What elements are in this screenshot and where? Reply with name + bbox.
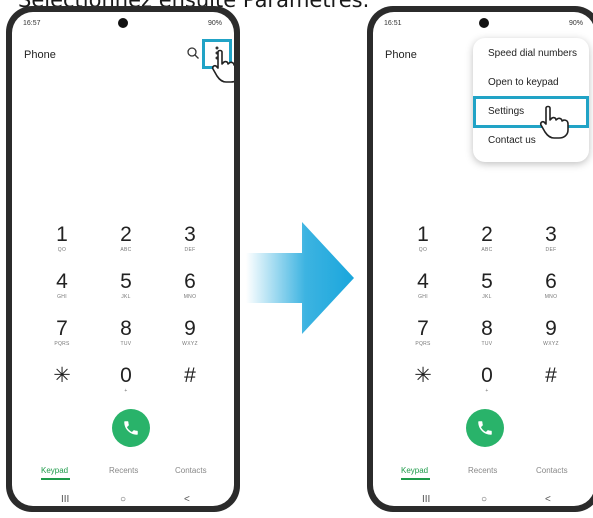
call-button[interactable] <box>112 409 150 447</box>
key-5[interactable]: 5 JKL <box>106 271 146 311</box>
tab-recents[interactable]: Recents <box>109 466 138 475</box>
camera-hole <box>118 18 128 28</box>
key-8[interactable]: 8 TUV <box>467 318 507 358</box>
key-7[interactable]: 7 PQRS <box>42 318 82 358</box>
key-0[interactable]: 0 + <box>106 365 146 405</box>
phone-frame-left: 16:57 90% Phone 1 QO 2 ABC 3 DEF 4 GHI 5 JKL … <box>6 6 240 512</box>
hand-pointer-icon <box>539 105 569 139</box>
nav-back-button[interactable]: < <box>545 494 551 505</box>
nav-home-button[interactable]: ○ <box>120 494 126 505</box>
key-3[interactable]: 3 DEF <box>170 224 210 264</box>
nav-home-button[interactable]: ○ <box>481 494 487 505</box>
key-hash[interactable]: # <box>531 365 571 405</box>
key-4[interactable]: 4 GHI <box>42 271 82 311</box>
key-7[interactable]: 7 PQRS <box>403 318 443 358</box>
menu-item-speed-dial[interactable]: Speed dial numbers <box>488 48 577 59</box>
key-8[interactable]: 8 TUV <box>106 318 146 358</box>
status-time: 16:57 <box>23 20 41 27</box>
tab-keypad[interactable]: Keypad <box>41 466 68 475</box>
nav-recents-button[interactable]: III <box>61 494 69 505</box>
call-button[interactable] <box>466 409 504 447</box>
phone-screen-left: 16:57 90% Phone 1 QO 2 ABC 3 DEF 4 GHI 5 JKL … <box>12 12 234 506</box>
search-icon[interactable] <box>186 46 200 60</box>
status-bar: 16:51 90% <box>373 12 593 32</box>
menu-item-open-to-keypad[interactable]: Open to keypad <box>488 77 559 88</box>
active-tab-indicator <box>41 478 70 480</box>
key-1[interactable]: 1 QO <box>42 224 82 264</box>
key-3[interactable]: 3 DEF <box>531 224 571 264</box>
phone-icon <box>124 421 138 435</box>
tab-contacts[interactable]: Contacts <box>536 466 568 475</box>
tab-contacts[interactable]: Contacts <box>175 466 207 475</box>
key-6[interactable]: 6 MNO <box>170 271 210 311</box>
menu-item-contact-us[interactable]: Contact us <box>488 135 536 146</box>
nav-recents-button[interactable]: III <box>422 494 430 505</box>
key-9[interactable]: 9 WXYZ <box>531 318 571 358</box>
phone-screen-right: 16:51 90% Phone 1 QO 2 ABC 3 DEF 4 GHI 5 JKL … <box>373 12 593 506</box>
key-4[interactable]: 4 GHI <box>403 271 443 311</box>
camera-hole <box>479 18 489 28</box>
app-title: Phone <box>385 49 417 61</box>
phone-frame-right: 16:51 90% Phone 1 QO 2 ABC 3 DEF 4 GHI 5 JKL … <box>367 6 593 512</box>
key-star[interactable]: ✳ <box>403 365 443 405</box>
active-tab-indicator <box>401 478 430 480</box>
key-hash[interactable]: # <box>170 365 210 405</box>
tab-keypad[interactable]: Keypad <box>401 466 428 475</box>
status-bar: 16:57 90% <box>12 12 234 32</box>
status-time: 16:51 <box>384 20 402 27</box>
phone-icon <box>478 421 492 435</box>
nav-bar: III ○ < <box>373 494 593 506</box>
nav-bar: III ○ < <box>12 494 234 506</box>
tab-recents[interactable]: Recents <box>468 466 497 475</box>
status-battery: 90% <box>568 20 583 27</box>
key-star[interactable]: ✳ <box>42 365 82 405</box>
key-9[interactable]: 9 WXYZ <box>170 318 210 358</box>
arrow-right-icon <box>246 222 354 334</box>
key-5[interactable]: 5 JKL <box>467 271 507 311</box>
nav-back-button[interactable]: < <box>184 494 190 505</box>
key-0[interactable]: 0 + <box>467 365 507 405</box>
key-1[interactable]: 1 QO <box>403 224 443 264</box>
status-battery: 90% <box>207 20 222 27</box>
app-title: Phone <box>24 49 56 61</box>
key-6[interactable]: 6 MNO <box>531 271 571 311</box>
hand-pointer-icon <box>211 49 234 83</box>
key-2[interactable]: 2 ABC <box>467 224 507 264</box>
key-2[interactable]: 2 ABC <box>106 224 146 264</box>
